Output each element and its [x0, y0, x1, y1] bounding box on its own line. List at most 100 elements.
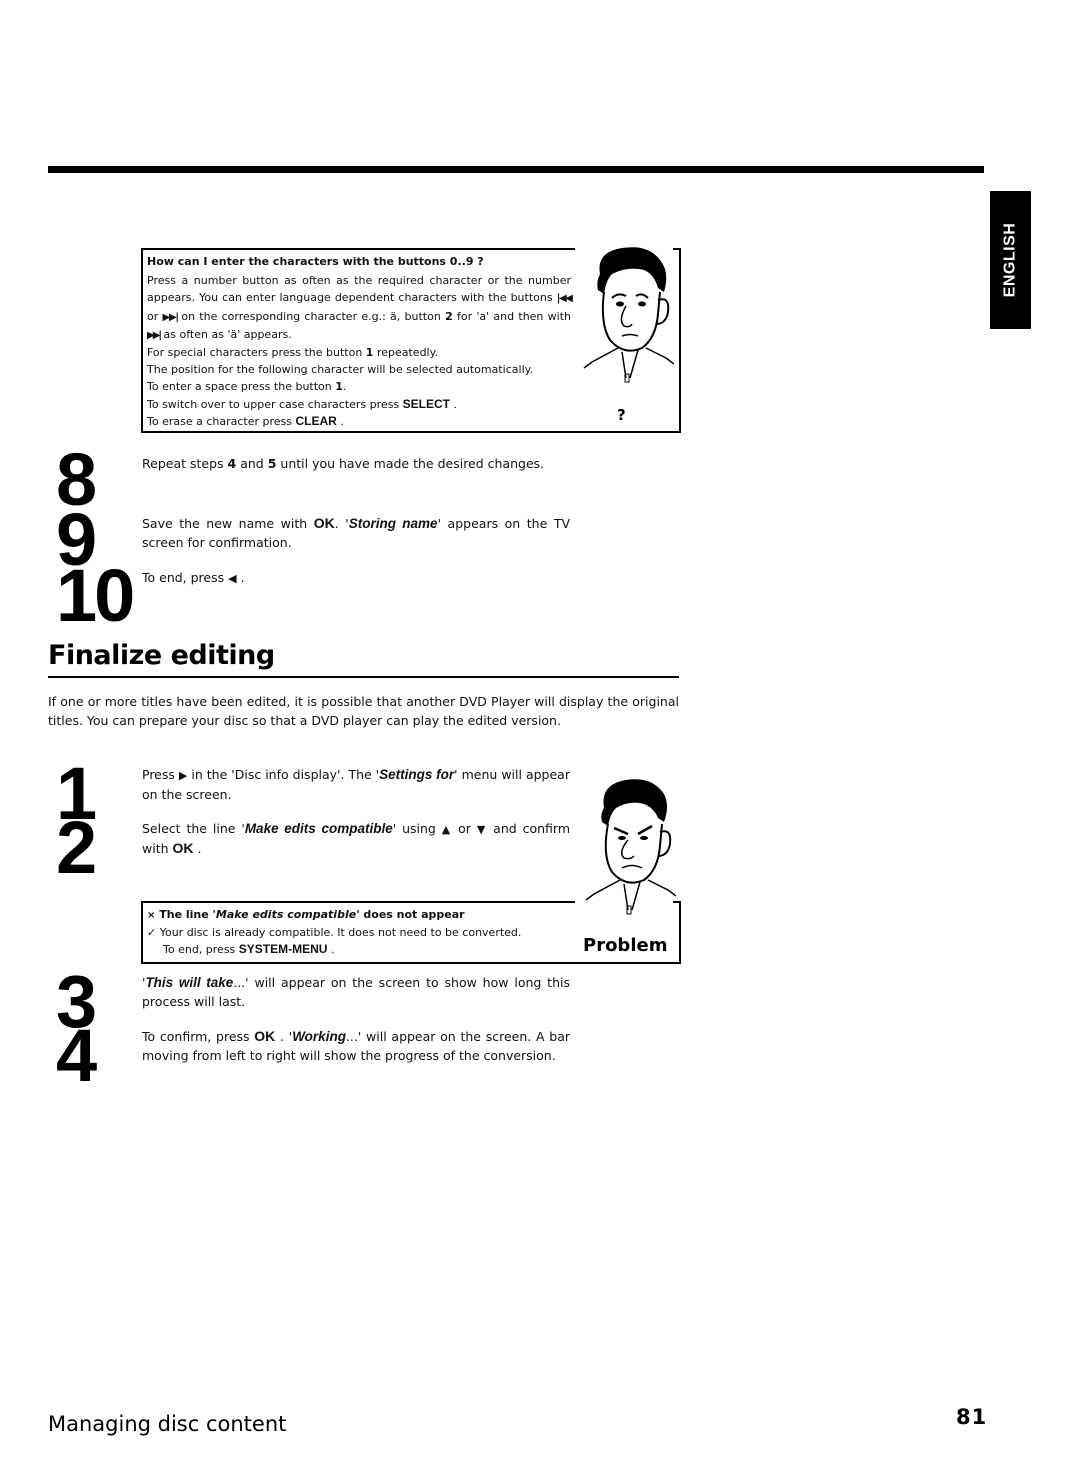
chapter-title: Managing disc content: [48, 1412, 287, 1436]
tip-box-border-tick: [673, 248, 681, 250]
step-text: To end, press ◀ .: [142, 568, 570, 588]
section-rule: [48, 676, 679, 678]
tip-key: 1: [365, 346, 374, 360]
tip-line-upper: To switch over to upper case characters …: [147, 396, 571, 413]
step-text-part: . ': [334, 516, 349, 531]
tip-text-part: To erase a character press: [147, 414, 293, 428]
step-text-part: To confirm, press: [142, 1029, 250, 1044]
step-menu-name: Make edits compatible: [244, 821, 393, 836]
page-number: 81: [956, 1405, 988, 1429]
language-tab: ENGLISH: [990, 191, 1031, 329]
top-rule: [48, 166, 984, 173]
tip-box-border-right: [679, 248, 681, 433]
down-arrow-icon: ▼: [476, 823, 488, 836]
tip-text: How can I enter the characters with the …: [147, 253, 573, 430]
skip-back-icon: |◀◀: [556, 293, 573, 305]
right-arrow-icon: ▶: [178, 769, 188, 782]
step-number: 4: [56, 1014, 97, 1097]
tip-line-special: For special characters press the button …: [147, 344, 571, 361]
tip-key: 1: [335, 380, 343, 394]
step-key: OK: [313, 515, 335, 531]
step-text-part: .: [197, 841, 202, 856]
tip-text-part: on the corresponding character e.g.: ä, …: [181, 309, 441, 323]
step-text-part: Press: [142, 767, 175, 782]
step-number: 10: [56, 554, 135, 637]
tip-question: How can I enter the characters with the …: [147, 255, 484, 268]
tip-text-part: To switch over to upper case characters …: [147, 397, 400, 411]
cross-icon: ×: [147, 910, 156, 921]
step-text-part: . ': [280, 1029, 293, 1044]
up-arrow-icon: ▲: [441, 823, 453, 836]
problem-heading-part: The line ': [159, 908, 216, 921]
step-text: Repeat steps 4 and 5 until you have made…: [142, 454, 570, 473]
question-mark-label: ?: [617, 406, 626, 424]
skip-forward-icon: ▶▶|: [147, 329, 162, 341]
section-intro: If one or more titles have been edited, …: [48, 694, 679, 728]
step-key: OK: [172, 840, 194, 856]
skip-forward-icon: ▶▶|: [162, 311, 179, 323]
problem-heading: × The line 'Make edits compatible' does …: [147, 906, 567, 924]
tip-text-part: as often as 'ä' appears.: [163, 327, 292, 341]
tip-text-part: or: [147, 309, 159, 323]
step-text: Save the new name with OK. 'Storing name…: [142, 514, 570, 552]
step-key: OK: [254, 1028, 276, 1044]
frowning-man-illustration: [585, 779, 676, 915]
step-menu-name: This will take: [145, 975, 234, 990]
tip-box-border-left: [141, 248, 143, 433]
tip-text-part: .: [340, 414, 344, 428]
tip-line-position: The position for the following character…: [147, 363, 534, 377]
step-text: Select the line 'Make edits compatible' …: [142, 819, 570, 858]
step-text-part: Repeat steps: [142, 456, 224, 471]
check-icon: ✓: [147, 926, 157, 939]
tip-text-part: for 'a' and then with: [457, 309, 571, 323]
problem-heading-part: ' does not appear: [356, 908, 465, 921]
problem-box-border-bottom: [141, 962, 681, 964]
problem-heading-italic: Make edits compatible: [215, 908, 357, 921]
tip-line-erase: To erase a character press CLEAR .: [147, 413, 571, 430]
language-tab-label: ENGLISH: [1001, 222, 1019, 298]
step-text-part: Select the line ': [142, 821, 245, 836]
step-key: 4: [227, 456, 237, 471]
step-text-part: .: [240, 570, 245, 585]
step-text-part: Save the new name with: [142, 516, 308, 531]
step-text-part: To end, press: [142, 570, 225, 585]
step-text-part: until you have made the desired changes.: [280, 456, 545, 471]
tip-paragraph: Press a number button as often as the re…: [147, 272, 573, 344]
step-text: 'This will take...' will appear on the s…: [142, 973, 570, 1011]
problem-solution-part: To end, press: [163, 943, 236, 956]
step-menu-name: Settings for: [379, 767, 455, 782]
tip-key: CLEAR: [295, 413, 337, 428]
tip-key: SELECT: [402, 396, 451, 411]
step-text-part: or: [458, 821, 471, 836]
tip-text-part: For special characters press the button: [147, 346, 363, 360]
step-text: Press ▶ in the 'Disc info display'. The …: [142, 765, 570, 804]
problem-key: SYSTEM-MENU: [238, 942, 328, 956]
step-menu-name: Working: [292, 1029, 346, 1044]
tip-text-part: repeatedly.: [376, 346, 439, 360]
problem-box-border-right: [679, 901, 681, 964]
problem-box-border-top: [141, 901, 575, 903]
step-number: 2: [56, 806, 97, 889]
tip-line-space: To enter a space press the button 1.: [147, 378, 571, 395]
left-arrow-icon: ◀: [228, 572, 237, 585]
section-title: Finalize editing: [48, 640, 275, 671]
problem-solution-part: .: [330, 943, 335, 956]
step-text: To confirm, press OK . 'Working...' will…: [142, 1027, 570, 1065]
problem-solution: ✓ Your disc is already compatible. It do…: [147, 924, 567, 941]
tip-text-part: Press a number button as often as the re…: [147, 274, 571, 305]
puzzled-man-illustration: [583, 247, 674, 383]
tip-key: 2: [445, 309, 453, 323]
problem-box-border-left: [141, 901, 143, 964]
step-key: 5: [267, 456, 277, 471]
problem-label: Problem: [583, 935, 668, 956]
tip-text-part: To enter a space press the button: [147, 380, 332, 394]
step-text-part: and: [240, 456, 264, 471]
tip-box-border-bottom: [141, 431, 681, 433]
step-menu-name: Storing name: [348, 516, 438, 531]
step-text-part: ' using: [392, 821, 436, 836]
step-text-part: in the 'Disc info display'. The ': [191, 767, 380, 782]
problem-text: × The line 'Make edits compatible' does …: [147, 906, 567, 958]
problem-solution-end: To end, press SYSTEM-MENU .: [147, 941, 567, 958]
tip-box-border-top: [141, 248, 575, 250]
tip-text-part: .: [453, 397, 458, 411]
